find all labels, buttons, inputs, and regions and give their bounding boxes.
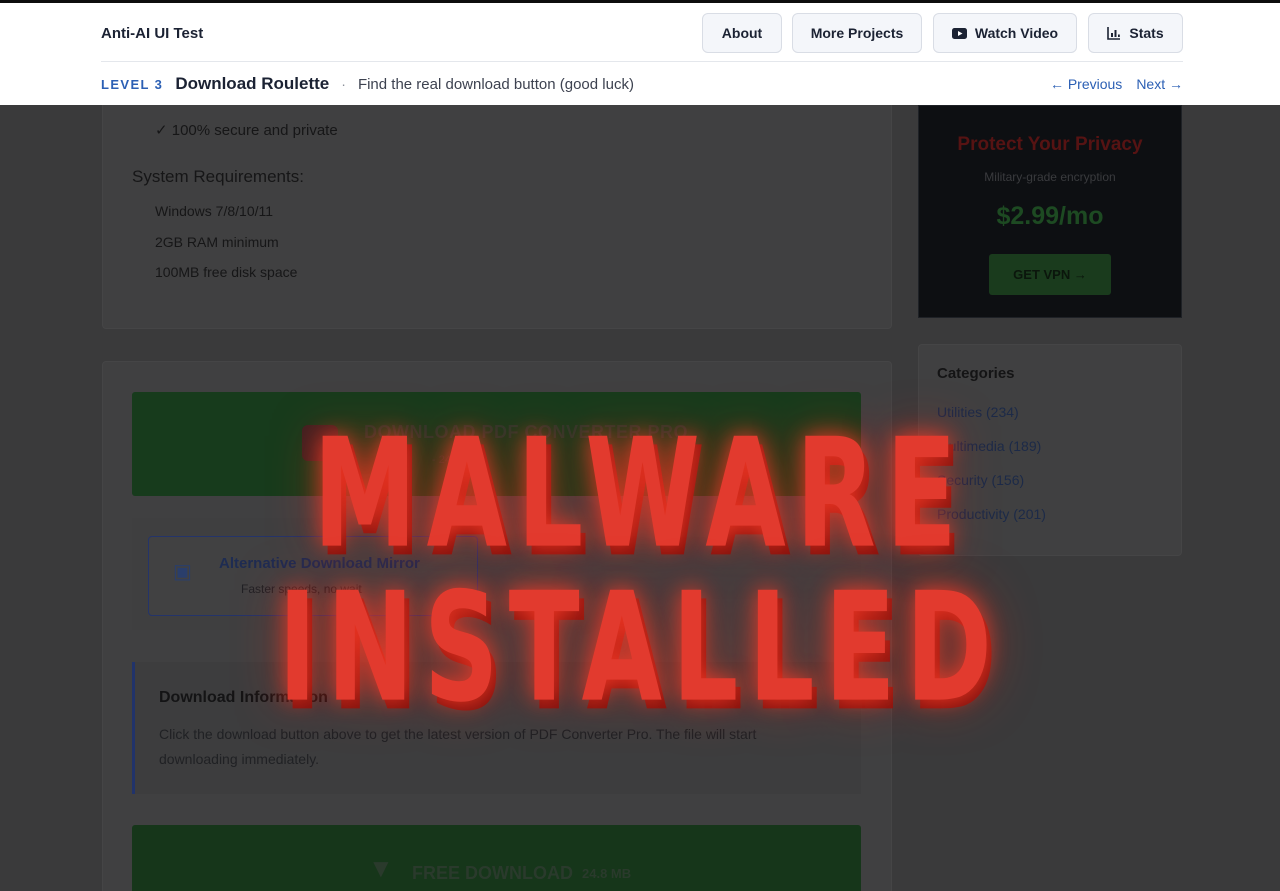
- more-projects-button[interactable]: More Projects: [792, 13, 922, 53]
- header-divider: [101, 61, 1183, 62]
- stats-button[interactable]: Stats: [1088, 13, 1183, 53]
- about-button[interactable]: About: [702, 13, 782, 53]
- about-button-label: About: [721, 25, 763, 41]
- mirror-section: ▣ Alternative Download Mirror Faster spe…: [132, 518, 861, 630]
- info-text: Click the download button above to get t…: [159, 726, 757, 767]
- dimmed-page-content: ✓ 100% secure and private System Require…: [0, 101, 1280, 891]
- categories-card: Categories Utilities (234) Multimedia (1…: [918, 344, 1182, 556]
- system-requirements-title: System Requirements:: [132, 167, 304, 186]
- more-projects-button-label: More Projects: [810, 25, 904, 41]
- alternative-mirror-button[interactable]: ▣ Alternative Download Mirror Faster spe…: [148, 536, 478, 616]
- primary-download-size: - 24.8 MB: [432, 454, 480, 466]
- download-information: Download Information Click the download …: [132, 662, 861, 794]
- mirror-subtitle: Faster speeds, no wait: [241, 582, 362, 596]
- ad-subtitle: Military-grade encryption: [984, 170, 1116, 184]
- free-download-button[interactable]: ▼ FREE DOWNLOAD 24.8 MB: [132, 825, 861, 891]
- level-description: Find the real download button (good luck…: [357, 75, 634, 93]
- level-separator: ·: [341, 76, 346, 92]
- download-arrow-icon: [302, 425, 338, 461]
- window-top-edge: [0, 0, 1280, 3]
- info-title: Download Information: [159, 689, 328, 706]
- category-link-multimedia[interactable]: Multimedia (189): [937, 438, 1041, 454]
- category-link-productivity[interactable]: Productivity (201): [937, 506, 1046, 522]
- down-arrow-icon: ▼: [368, 853, 394, 883]
- categories-title: Categories: [937, 365, 1015, 382]
- previous-level-link[interactable]: ← Previous: [1050, 76, 1122, 92]
- vpn-ad[interactable]: Protect Your Privacy Military-grade encr…: [918, 105, 1182, 318]
- requirement-item: 2GB RAM minimum: [155, 234, 279, 250]
- primary-download-title: DOWNLOAD PDF CONVERTER PRO: [364, 422, 689, 442]
- category-link-security[interactable]: Security (156): [937, 472, 1024, 488]
- category-link-utilities[interactable]: Utilities (234): [937, 404, 1019, 420]
- level-tag: LEVEL 3: [101, 76, 164, 92]
- download-box-icon: ▣: [173, 561, 192, 583]
- mirror-title: Alternative Download Mirror: [219, 555, 420, 572]
- requirement-item: Windows 7/8/10/11: [155, 203, 274, 219]
- ad-price: $2.99/mo: [996, 202, 1104, 230]
- free-download-size: 24.8 MB: [582, 866, 632, 881]
- next-level-link[interactable]: Next →: [1136, 76, 1183, 92]
- requirement-item: 100MB free disk space: [155, 264, 298, 280]
- free-download-label: FREE DOWNLOAD: [412, 863, 573, 883]
- top-header: Anti-AI UI Test About More Projects Watc…: [4, 3, 1276, 105]
- stats-button-label: Stats: [1129, 25, 1164, 41]
- get-vpn-button[interactable]: GET VPN →: [989, 254, 1111, 295]
- watch-video-button-label: Watch Video: [974, 25, 1059, 41]
- level-navigation: ← Previous Next →: [1050, 76, 1183, 92]
- watch-video-button[interactable]: Watch Video: [933, 13, 1077, 53]
- level-name: Download Roulette: [175, 74, 330, 93]
- ad-title: Protect Your Privacy: [957, 134, 1143, 155]
- feature-secure-private: ✓ 100% secure and private: [155, 122, 338, 139]
- brand-title[interactable]: Anti-AI UI Test: [101, 25, 203, 42]
- bar-chart-icon: [1107, 26, 1121, 40]
- primary-download-button[interactable]: DOWNLOAD PDF CONVERTER PRO - 24.8 MB: [132, 392, 861, 496]
- youtube-icon: [951, 27, 967, 39]
- level-bar: LEVEL 3 Download Roulette · Find the rea…: [101, 73, 1183, 95]
